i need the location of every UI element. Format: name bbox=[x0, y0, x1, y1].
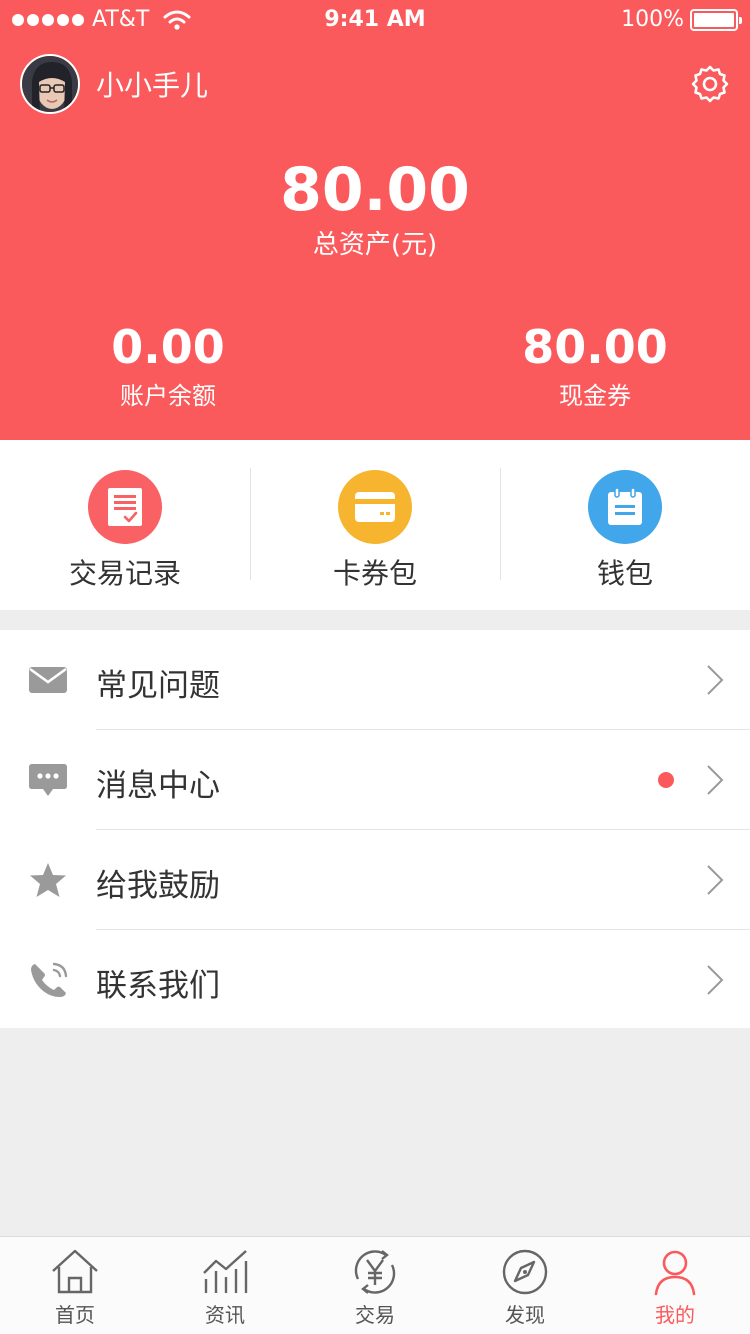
quick-action-wallet[interactable]: 钱包 bbox=[500, 440, 750, 610]
card-icon bbox=[338, 470, 412, 544]
quick-actions: 交易记录 卡券包 钱包 bbox=[0, 440, 750, 610]
menu-item-message-center[interactable]: 消息中心 bbox=[0, 730, 750, 830]
tab-label: 首页 bbox=[55, 1303, 95, 1327]
compass-icon bbox=[502, 1249, 548, 1295]
mail-icon bbox=[29, 667, 67, 693]
menu-item-contact-us[interactable]: 联系我们 bbox=[0, 930, 750, 1030]
avatar[interactable] bbox=[20, 54, 80, 114]
receipt-icon bbox=[88, 470, 162, 544]
battery-icon bbox=[690, 8, 742, 31]
menu-list: 常见问题 消息中心 给我鼓励 联系我们 bbox=[0, 630, 750, 1028]
tab-discover[interactable]: 发现 bbox=[450, 1237, 600, 1334]
total-assets: 80.00 总资产(元) bbox=[0, 158, 750, 261]
quick-action-transaction-records[interactable]: 交易记录 bbox=[0, 440, 250, 610]
chevron-right-icon bbox=[707, 865, 724, 895]
menu-item-encourage[interactable]: 给我鼓励 bbox=[0, 830, 750, 930]
quick-action-label: 钱包 bbox=[596, 557, 653, 590]
total-assets-value: 80.00 bbox=[280, 155, 470, 225]
profile[interactable]: 小小手儿 bbox=[20, 54, 208, 114]
quick-action-label: 交易记录 bbox=[68, 557, 181, 590]
tab-label: 我的 bbox=[655, 1303, 695, 1327]
quick-action-label: 卡券包 bbox=[332, 557, 417, 590]
tab-label: 交易 bbox=[355, 1303, 395, 1327]
tab-label: 发现 bbox=[505, 1303, 545, 1327]
account-balance-value: 0.00 bbox=[111, 320, 225, 374]
chevron-right-icon bbox=[707, 765, 724, 795]
chevron-right-icon bbox=[707, 965, 724, 995]
account-balance[interactable]: 0.00 账户余额 bbox=[48, 322, 288, 411]
tab-label: 资讯 bbox=[205, 1303, 245, 1327]
user-icon bbox=[654, 1250, 696, 1296]
total-assets-label: 总资产(元) bbox=[312, 230, 438, 260]
chart-icon bbox=[203, 1250, 248, 1293]
calendar-wallet-icon bbox=[588, 470, 662, 544]
cash-coupon-label: 现金券 bbox=[559, 382, 631, 410]
star-icon bbox=[30, 863, 66, 897]
account-balance-label: 账户余额 bbox=[120, 382, 216, 410]
quick-action-card-coupons[interactable]: 卡券包 bbox=[250, 440, 500, 610]
menu-item-label: 给我鼓励 bbox=[96, 868, 220, 904]
tab-mine[interactable]: 我的 bbox=[600, 1237, 750, 1334]
menu-item-faq[interactable]: 常见问题 bbox=[0, 630, 750, 730]
header: AT&T 9:41 AM 100% 小小手儿 80.00 总资产(元) 0.00… bbox=[0, 0, 750, 440]
cash-coupon-value: 80.00 bbox=[522, 320, 668, 374]
battery-group: 100% bbox=[621, 7, 742, 32]
chevron-right-icon bbox=[707, 665, 724, 695]
chat-icon bbox=[29, 764, 67, 796]
username: 小小手儿 bbox=[96, 69, 209, 102]
battery-percent: 100% bbox=[621, 7, 684, 32]
cash-coupon[interactable]: 80.00 现金券 bbox=[475, 322, 715, 411]
menu-item-label: 常见问题 bbox=[96, 668, 220, 704]
phone-icon bbox=[31, 962, 68, 997]
tab-trade[interactable]: 交易 bbox=[300, 1237, 450, 1334]
home-icon bbox=[52, 1249, 98, 1294]
status-bar: AT&T 9:41 AM 100% bbox=[0, 0, 750, 40]
menu-item-label: 消息中心 bbox=[96, 768, 220, 804]
tab-news[interactable]: 资讯 bbox=[150, 1237, 300, 1334]
yen-exchange-icon bbox=[354, 1250, 396, 1294]
menu-item-label: 联系我们 bbox=[96, 968, 220, 1004]
tab-bar: 首页 资讯 交易 发现 我的 bbox=[0, 1236, 750, 1334]
settings-gear-icon[interactable] bbox=[690, 64, 730, 104]
unread-badge bbox=[658, 772, 674, 788]
tab-home[interactable]: 首页 bbox=[0, 1237, 150, 1334]
